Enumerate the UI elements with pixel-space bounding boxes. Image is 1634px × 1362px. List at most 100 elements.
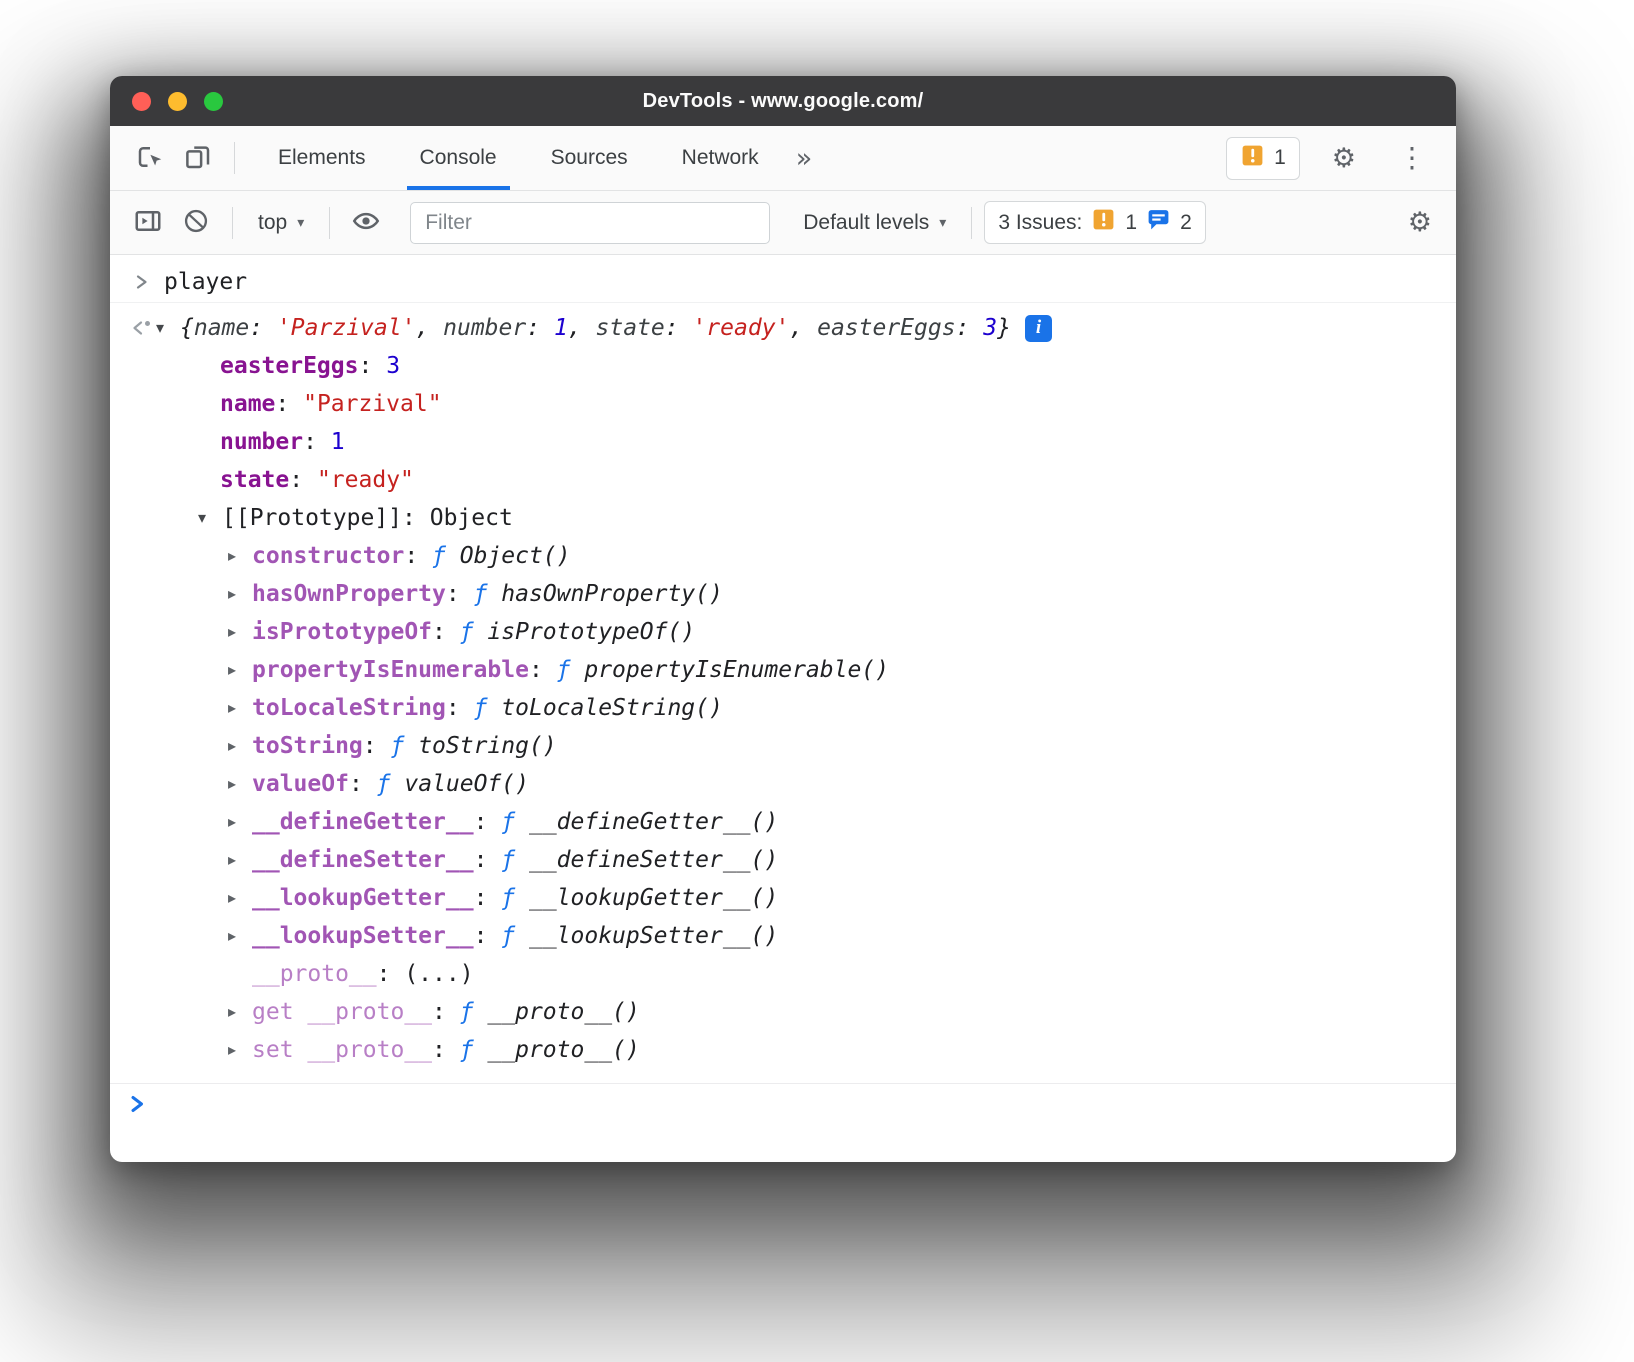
inspect-cursor-icon	[135, 142, 165, 175]
console-settings-gear-icon[interactable]: ⚙	[1398, 209, 1442, 236]
console-text-segment: hasOwnProperty	[252, 581, 446, 607]
console-row: name: "Parzival"	[110, 385, 1456, 423]
console-text-segment: __defineSetter__	[252, 847, 474, 873]
disclosure-triangle-icon[interactable]: ▸	[228, 700, 252, 716]
console-row: ▸__defineGetter__: ƒ __defineGetter__()	[110, 803, 1456, 841]
console-text-segment: ƒ	[460, 999, 488, 1025]
console-text-segment: set __proto__	[252, 1037, 432, 1063]
console-text-segment: :	[446, 695, 474, 721]
disclosure-triangle-icon[interactable]: ▾	[156, 320, 180, 336]
disclosure-triangle-icon[interactable]: ▸	[228, 852, 252, 868]
tab-console[interactable]: Console	[393, 126, 524, 190]
console-text-segment: toLocaleString()	[501, 695, 723, 721]
issues-warning-count: 1	[1125, 211, 1137, 235]
disclosure-triangle-icon[interactable]: ▸	[228, 624, 252, 640]
traffic-lights	[132, 76, 223, 126]
clear-console-button[interactable]	[172, 199, 220, 247]
console-prompt[interactable]	[110, 1083, 1456, 1130]
tab-sources[interactable]: Sources	[524, 126, 655, 190]
settings-gear-icon[interactable]: ⚙	[1322, 145, 1366, 172]
panel-tabs: Elements Console Sources Network	[251, 126, 786, 190]
console-text-segment: :	[474, 923, 502, 949]
console-text-segment: isPrototypeOf	[252, 619, 432, 645]
issues-label: 3 Issues:	[998, 211, 1082, 235]
warning-icon	[1091, 207, 1116, 238]
console-text-segment: (...)	[404, 961, 473, 987]
console-row: ▸__lookupGetter__: ƒ __lookupGetter__()	[110, 879, 1456, 917]
console-text-segment: player	[164, 269, 247, 295]
console-text-segment: ,	[415, 315, 443, 341]
console-messages: player ▾{name: 'Parzival', number: 1, sta…	[110, 262, 1456, 1069]
console-text-segment: __defineGetter__()	[529, 809, 778, 835]
titlebar[interactable]: DevTools - www.google.com/	[110, 76, 1456, 126]
disclosure-triangle-icon[interactable]: ▸	[228, 548, 252, 564]
console-row: state: "ready"	[110, 461, 1456, 499]
console-command-chevron-icon	[132, 272, 152, 292]
console-text-segment: :	[275, 391, 303, 417]
console-text-segment: :	[529, 657, 557, 683]
warning-icon	[1240, 143, 1265, 174]
console-text-segment: :	[474, 885, 502, 911]
console-text-segment: :	[446, 581, 474, 607]
disclosure-triangle-icon[interactable]: ▸	[228, 1004, 252, 1020]
console-text-segment: [[Prototype]]	[222, 505, 402, 531]
warnings-badge-button[interactable]: 1	[1226, 137, 1300, 180]
minimize-window-button[interactable]	[168, 92, 187, 111]
console-text-segment: __proto__()	[487, 999, 639, 1025]
issues-button[interactable]: 3 Issues: 1 2	[984, 201, 1205, 244]
device-toolbar-button[interactable]	[174, 134, 222, 182]
console-text-segment: name	[194, 315, 249, 341]
tab-elements[interactable]: Elements	[251, 126, 393, 190]
disclosure-triangle-icon[interactable]: ▸	[228, 890, 252, 906]
close-window-button[interactable]	[132, 92, 151, 111]
console-text-segment: :	[474, 809, 502, 835]
console-text-segment: ƒ	[377, 771, 405, 797]
context-selector[interactable]: top ▾	[245, 211, 317, 235]
console-text-segment: Object()	[460, 543, 571, 569]
console-text-segment: isPrototypeOf()	[487, 619, 695, 645]
console-panel[interactable]: player ▾{name: 'Parzival', number: 1, sta…	[110, 255, 1456, 1130]
returned-value-icon	[128, 318, 154, 338]
console-text-segment: :	[404, 543, 432, 569]
console-text-segment: ƒ	[460, 619, 488, 645]
console-text-segment: :	[432, 999, 460, 1025]
disclosure-triangle-icon[interactable]: ▸	[228, 776, 252, 792]
console-text-segment: state	[220, 467, 289, 493]
log-levels-selector[interactable]: Default levels ▾	[790, 211, 959, 235]
console-row: easterEggs: 3	[110, 347, 1456, 385]
console-text-segment: toString	[252, 733, 363, 759]
console-row: ▾{name: 'Parzival', number: 1, state: 'r…	[110, 309, 1456, 347]
console-text-segment: easterEggs	[220, 353, 358, 379]
disclosure-triangle-icon[interactable]: ▸	[228, 814, 252, 830]
console-text-segment: "Parzival"	[303, 391, 441, 417]
console-text-segment: __lookupGetter__	[252, 885, 474, 911]
live-expression-button[interactable]	[342, 199, 390, 247]
console-text-segment: name	[220, 391, 275, 417]
toolbar-divider	[232, 207, 233, 239]
console-text-segment: :	[432, 1037, 460, 1063]
info-icon[interactable]: i	[1025, 315, 1052, 342]
toolbar-divider	[234, 142, 235, 174]
console-text-segment: valueOf()	[404, 771, 529, 797]
zoom-window-button[interactable]	[204, 92, 223, 111]
disclosure-triangle-icon[interactable]: ▸	[228, 928, 252, 944]
console-row: ▸__lookupSetter__: ƒ __lookupSetter__()	[110, 917, 1456, 955]
filter-input[interactable]	[410, 202, 770, 244]
console-text-segment: 'Parzival'	[277, 315, 415, 341]
console-text-segment: constructor	[252, 543, 404, 569]
disclosure-triangle-icon[interactable]: ▸	[228, 1042, 252, 1058]
tab-network[interactable]: Network	[655, 126, 786, 190]
disclosure-triangle-icon[interactable]: ▾	[198, 510, 222, 526]
console-sidebar-toggle-button[interactable]	[124, 199, 172, 247]
console-text-segment: __lookupSetter__	[252, 923, 474, 949]
more-tabs-button[interactable]: »	[786, 145, 823, 172]
console-text-segment: 'ready'	[692, 315, 789, 341]
console-text-segment: valueOf	[252, 771, 349, 797]
console-text-segment: ƒ	[474, 695, 502, 721]
inspect-element-button[interactable]	[126, 134, 174, 182]
console-row: ▸get __proto__: ƒ __proto__()	[110, 993, 1456, 1031]
disclosure-triangle-icon[interactable]: ▸	[228, 662, 252, 678]
overflow-menu-icon[interactable]: ⋮	[1388, 144, 1436, 172]
disclosure-triangle-icon[interactable]: ▸	[228, 586, 252, 602]
disclosure-triangle-icon[interactable]: ▸	[228, 738, 252, 754]
